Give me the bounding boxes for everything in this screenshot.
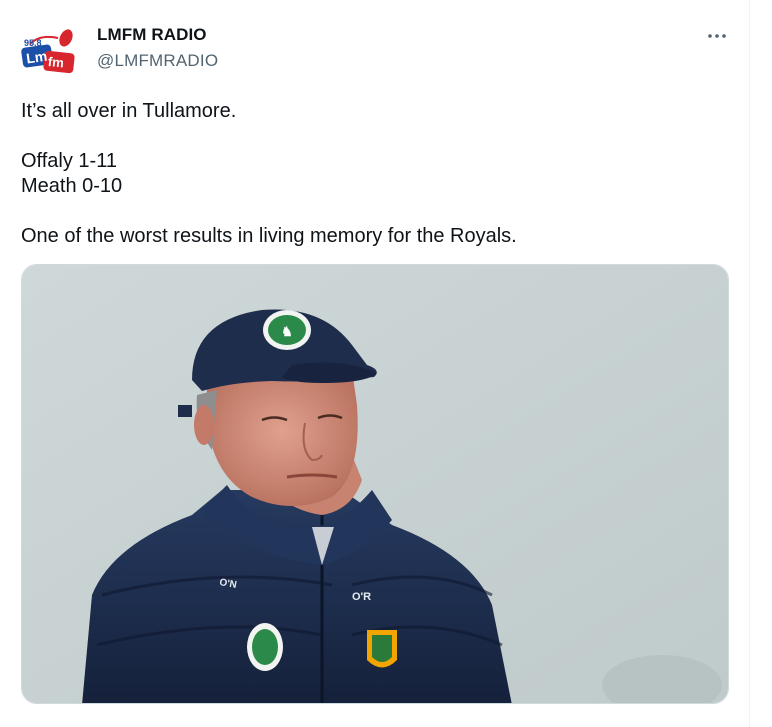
more-horizontal-icon (708, 34, 726, 38)
tweet-text-line: Offaly 1-11 (21, 150, 117, 172)
svg-text:95.8: 95.8 (24, 38, 42, 48)
avatar[interactable]: 95.8 Lm fm (20, 26, 78, 76)
author-display-name[interactable]: LMFM RADIO (97, 25, 207, 45)
svg-text:Lm: Lm (25, 48, 48, 67)
svg-text:♞: ♞ (281, 324, 293, 339)
tweet-text-line: Meath 0-10 (21, 175, 123, 197)
author-handle[interactable]: @LMFMRADIO (97, 51, 218, 71)
lmfm-logo-icon: 95.8 Lm fm (21, 29, 75, 74)
tweet-text: It’s all over in Tullamore. Offaly 1-11 … (21, 99, 721, 249)
tweet-card[interactable]: 95.8 Lm fm LMFM RADIO @LMFMRADIO It’s al… (0, 0, 750, 727)
svg-text:fm: fm (47, 54, 64, 71)
photo-man-in-cap: ♞ O'N O'R (22, 265, 728, 703)
tweet-text-line: It’s all over in Tullamore. (21, 100, 237, 122)
tweet-text-line: One of the worst results in living memor… (21, 225, 517, 247)
svg-text:O'R: O'R (352, 591, 371, 603)
tweet-text-spacer (21, 124, 721, 149)
tweet-text-spacer (21, 199, 721, 224)
more-options-button[interactable] (700, 22, 734, 50)
tweet-photo[interactable]: ♞ O'N O'R (21, 264, 729, 704)
